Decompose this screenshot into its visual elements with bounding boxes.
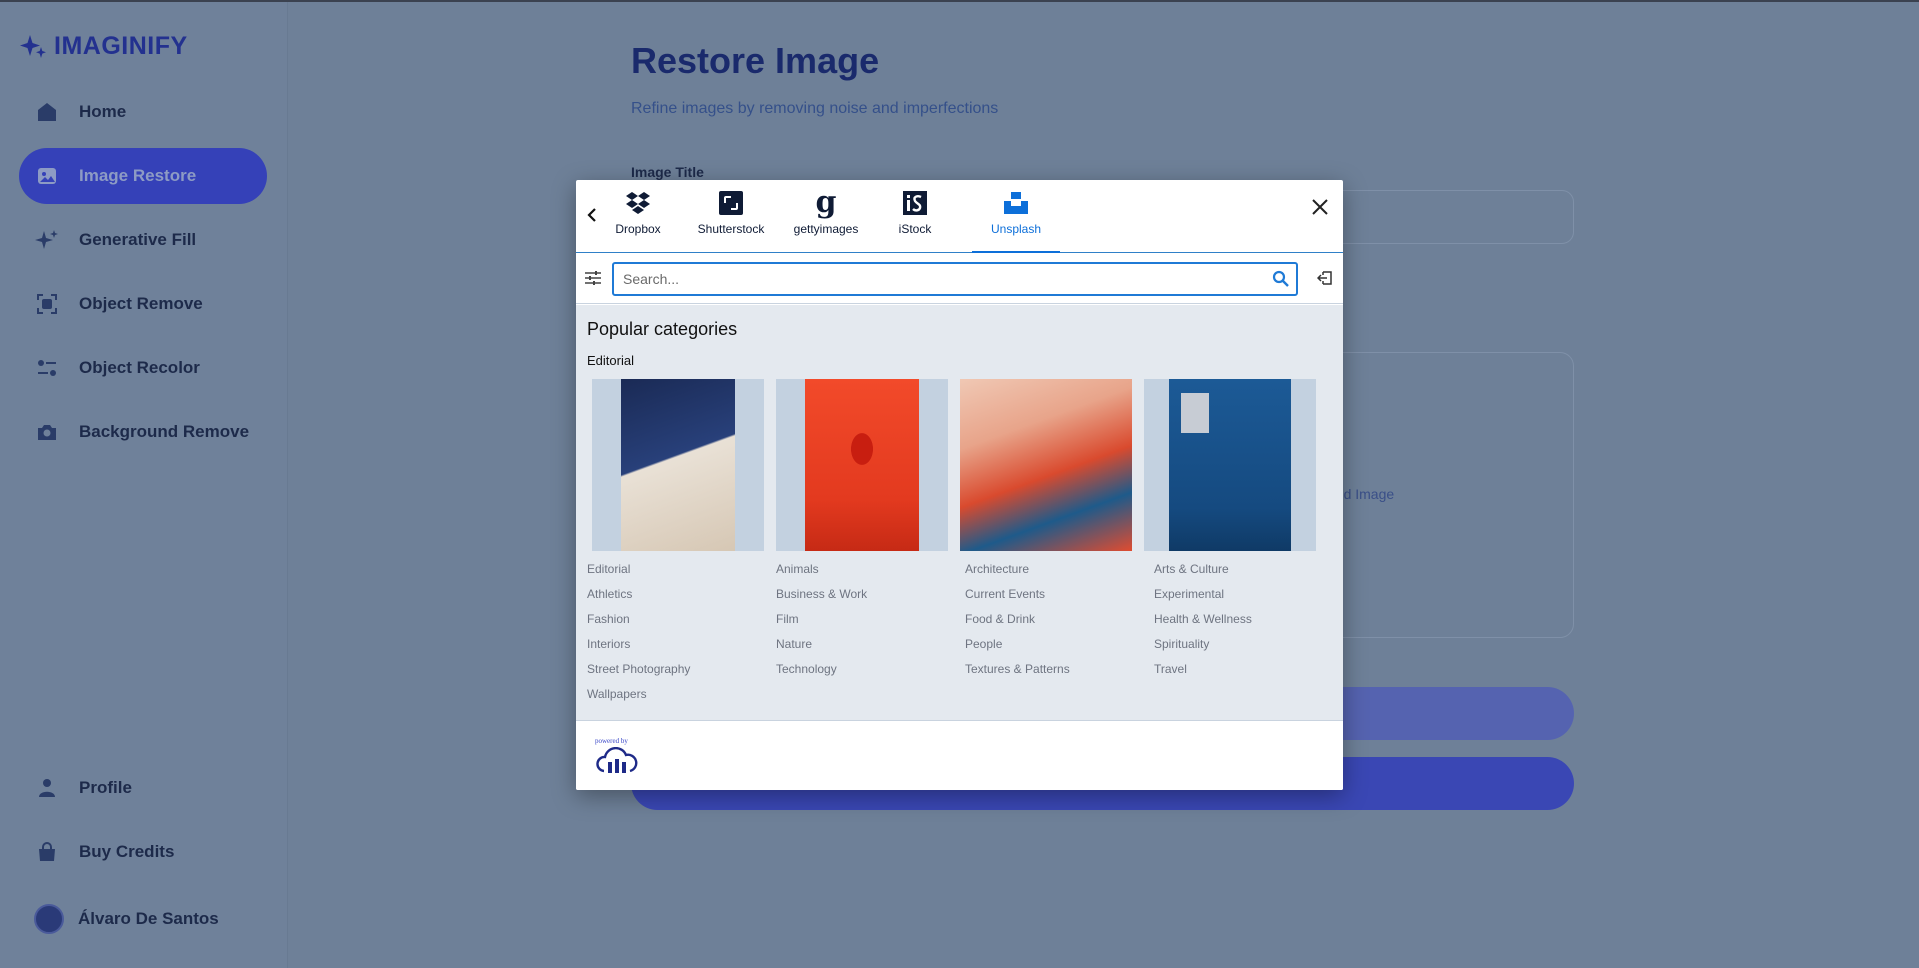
category-link[interactable]: Interiors — [587, 637, 630, 651]
search-icon[interactable] — [1272, 270, 1290, 288]
dropbox-icon — [625, 190, 651, 216]
category-link[interactable]: Animals — [776, 562, 819, 576]
camera-icon — [35, 420, 59, 444]
red-balloon-photo — [805, 379, 919, 551]
back-arrow-icon[interactable] — [584, 207, 600, 223]
tab-unsplash[interactable]: Unsplash — [972, 190, 1060, 253]
sidebar-item-profile[interactable]: Profile — [19, 760, 267, 816]
person-icon — [35, 776, 59, 800]
sparkle-icon — [35, 228, 59, 252]
category-thumbnail[interactable] — [1144, 379, 1316, 551]
sidebar-item-label: Buy Credits — [79, 842, 175, 861]
sparkle-logo-icon — [20, 34, 46, 58]
tab-shutterstock[interactable]: Shutterstock — [696, 190, 766, 253]
category-thumbnail[interactable] — [592, 379, 764, 551]
category-link[interactable]: Current Events — [965, 587, 1045, 601]
istock-icon — [902, 190, 928, 216]
sidebar-item-label: Background Remove — [79, 422, 250, 441]
media-picker-modal: Dropbox Shutterstock g gettyimages iStoc… — [576, 180, 1343, 790]
brand-name: IMAGINIFY — [54, 32, 188, 60]
categories-panel: Popular categories Editorial Editorial A… — [576, 305, 1343, 720]
sidebar-item-label: Profile — [79, 778, 132, 797]
home-icon — [35, 100, 59, 124]
logout-icon[interactable] — [1317, 270, 1333, 286]
scan-icon — [35, 292, 59, 316]
tab-dropbox[interactable]: Dropbox — [609, 190, 667, 253]
brand-logo[interactable]: IMAGINIFY — [20, 32, 188, 61]
powered-by-label: powered by — [595, 737, 628, 745]
tab-gettyimages[interactable]: g gettyimages — [791, 185, 861, 253]
tab-istock[interactable]: iStock — [890, 190, 940, 253]
tab-label: iStock — [898, 222, 932, 236]
category-link[interactable]: Arts & Culture — [1154, 562, 1229, 576]
category-link[interactable]: Editorial — [587, 562, 630, 576]
tab-label: Unsplash — [990, 222, 1042, 236]
sidebar-item-buy-credits[interactable]: Buy Credits — [19, 824, 267, 880]
search-input[interactable] — [623, 271, 1243, 287]
category-link[interactable]: Architecture — [965, 562, 1029, 576]
abstract-paint-photo — [960, 379, 1132, 551]
category-link[interactable]: Fashion — [587, 612, 630, 626]
sidebar-item-label: Image Restore — [79, 166, 197, 185]
search-bar — [576, 254, 1343, 304]
category-link[interactable]: Textures & Patterns — [965, 662, 1070, 676]
gettyimages-icon: g — [815, 185, 837, 220]
sidebar-item-generative-fill[interactable]: Generative Fill — [19, 212, 267, 268]
sidebar-item-home[interactable]: Home — [19, 84, 267, 140]
category-link[interactable]: Food & Drink — [965, 612, 1035, 626]
category-link[interactable]: Business & Work — [776, 587, 867, 601]
avatar — [34, 904, 64, 934]
category-link[interactable]: Nature — [776, 637, 812, 651]
sidebar-item-label: Object Remove — [79, 294, 203, 313]
user-profile-link[interactable]: Álvaro De Santos — [34, 904, 219, 934]
filter-settings-icon[interactable] — [584, 270, 602, 286]
category-link[interactable]: People — [965, 637, 1002, 651]
sidebar-item-label: Object Recolor — [79, 358, 200, 377]
blue-room-photo — [1169, 379, 1291, 551]
tab-label: gettyimages — [793, 222, 859, 236]
sidebar-item-background-remove[interactable]: Background Remove — [19, 404, 267, 460]
tab-label: Shutterstock — [697, 222, 765, 236]
page-subtitle: Refine images by removing noise and impe… — [631, 100, 999, 117]
category-link[interactable]: Travel — [1154, 662, 1187, 676]
sidebar-item-label: Home — [79, 102, 127, 121]
sidebar-item-image-restore[interactable]: Image Restore — [19, 148, 267, 204]
unsplash-icon — [1003, 190, 1029, 216]
picture-frame — [1181, 393, 1209, 433]
shutterstock-icon — [718, 190, 744, 216]
filter-icon — [35, 356, 59, 380]
category-link[interactable]: Athletics — [587, 587, 632, 601]
popular-categories-heading: Popular categories — [587, 319, 738, 339]
page-title: Restore Image — [631, 40, 880, 81]
section-heading: Editorial — [587, 353, 634, 368]
image-icon — [35, 164, 59, 188]
modal-footer: powered by — [576, 720, 1343, 790]
sidebar-item-object-remove[interactable]: Object Remove — [19, 276, 267, 332]
category-link[interactable]: Film — [776, 612, 799, 626]
user-name: Álvaro De Santos — [78, 909, 219, 928]
category-thumbnail[interactable] — [776, 379, 948, 551]
sidebar-item-label: Generative Fill — [79, 230, 197, 249]
image-title-label: Image Title — [631, 164, 704, 180]
category-link[interactable]: Technology — [776, 662, 837, 676]
source-tabs-bar: Dropbox Shutterstock g gettyimages iStoc… — [576, 180, 1343, 253]
phone-hand-photo — [621, 379, 735, 551]
bag-icon — [35, 840, 59, 864]
category-thumbnail[interactable] — [960, 379, 1132, 551]
sidebar-item-object-recolor[interactable]: Object Recolor — [19, 340, 267, 396]
category-link[interactable]: Street Photography — [587, 662, 690, 676]
category-link[interactable]: Wallpapers — [587, 687, 647, 701]
category-link[interactable]: Experimental — [1154, 587, 1224, 601]
search-field — [612, 262, 1298, 296]
close-icon[interactable] — [1309, 196, 1331, 218]
sidebar: IMAGINIFY Home Image Restore Generative … — [0, 2, 288, 968]
category-link[interactable]: Spirituality — [1154, 637, 1209, 651]
category-link[interactable]: Health & Wellness — [1154, 612, 1252, 626]
cloudinary-cloud-icon[interactable] — [596, 747, 638, 775]
tab-label: Dropbox — [615, 222, 661, 236]
